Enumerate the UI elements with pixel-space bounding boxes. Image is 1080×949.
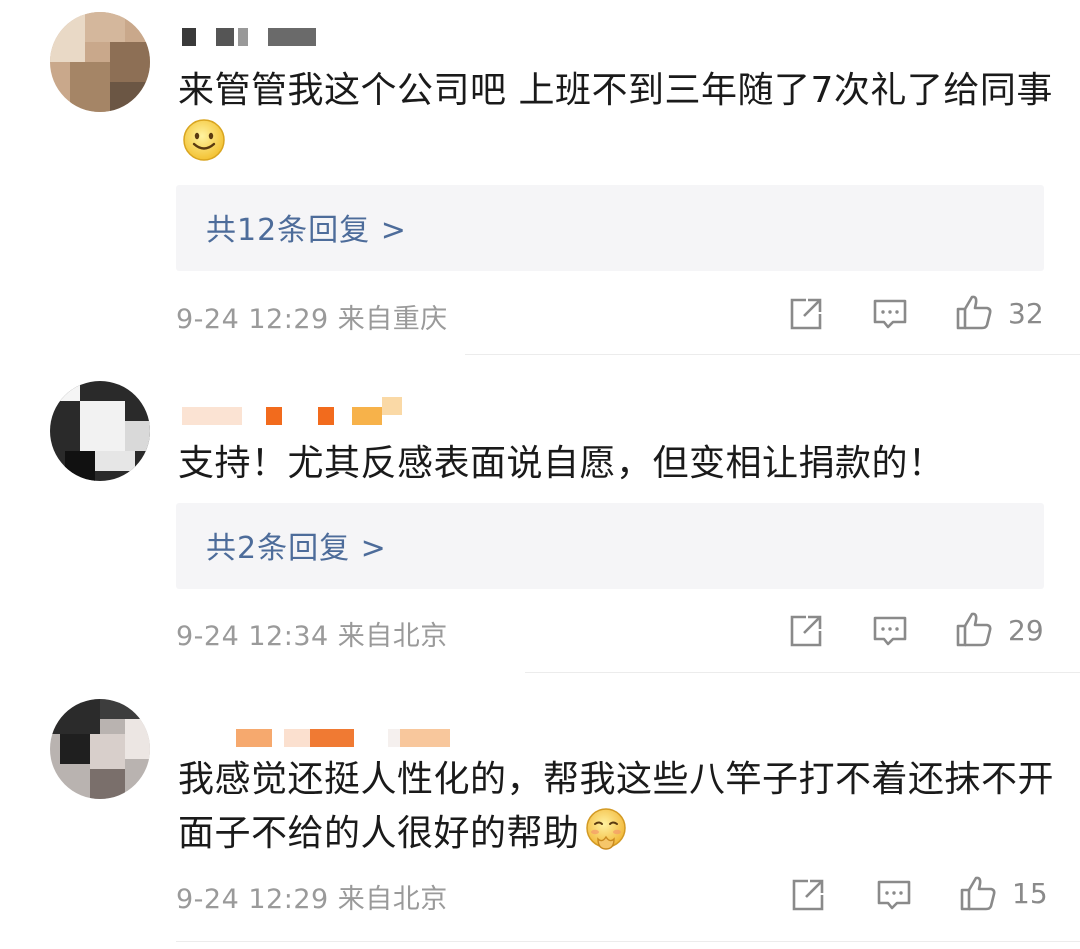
comment-meta: 9-24 12:34 来自北京 bbox=[176, 614, 448, 653]
location: 来自北京 bbox=[337, 621, 448, 652]
thumbs-up-icon[interactable] bbox=[954, 609, 994, 649]
pleading-emoji-icon bbox=[584, 807, 628, 851]
reply-summary-button[interactable]: 共2条回复 > bbox=[176, 503, 1044, 589]
smile-emoji-icon bbox=[182, 118, 226, 162]
thumbs-up-icon[interactable] bbox=[958, 873, 998, 913]
comment-icon[interactable] bbox=[870, 294, 910, 334]
like-count: 32 bbox=[1008, 297, 1044, 330]
comment-item: 我感觉还挺人性化的，帮我这些八竿子打不着还抹不开面子不给的人很好的帮助 9-24… bbox=[0, 673, 1080, 949]
location: 来自重庆 bbox=[337, 304, 448, 335]
like-count: 15 bbox=[1012, 877, 1048, 910]
thumbs-up-icon[interactable] bbox=[954, 292, 994, 332]
comment-meta: 9-24 12:29 来自北京 bbox=[176, 877, 448, 916]
comment-text-content: 来管管我这个公司吧 上班不到三年随了7次礼了给同事 bbox=[178, 70, 1053, 111]
like-count: 29 bbox=[1008, 614, 1044, 647]
comment-text: 支持！尤其反感表面说自愿，但变相让捐款的！ bbox=[178, 437, 1058, 491]
comment-item: 支持！尤其反感表面说自愿，但变相让捐款的！ 共2条回复 > 9-24 12:34… bbox=[0, 355, 1080, 675]
timestamp: 9-24 12:29 bbox=[176, 884, 329, 915]
avatar[interactable] bbox=[50, 699, 150, 799]
timestamp: 9-24 12:34 bbox=[176, 621, 329, 652]
share-icon[interactable] bbox=[788, 875, 828, 915]
comment-meta: 9-24 12:29 来自重庆 bbox=[176, 297, 448, 336]
comment-text-content: 支持！尤其反感表面说自愿，但变相让捐款的！ bbox=[178, 443, 945, 484]
comment-icon[interactable] bbox=[874, 875, 914, 915]
timestamp: 9-24 12:29 bbox=[176, 304, 329, 335]
share-icon[interactable] bbox=[786, 611, 826, 651]
divider bbox=[176, 941, 1080, 942]
comment-text: 来管管我这个公司吧 上班不到三年随了7次礼了给同事 bbox=[178, 64, 1058, 172]
comment-icon[interactable] bbox=[870, 611, 910, 651]
comment-text: 我感觉还挺人性化的，帮我这些八竿子打不着还抹不开面子不给的人很好的帮助 bbox=[178, 753, 1058, 861]
share-icon[interactable] bbox=[786, 294, 826, 334]
reply-count-link[interactable]: 共12条回复 > bbox=[206, 205, 407, 249]
reply-summary-button[interactable]: 共12条回复 > bbox=[176, 185, 1044, 271]
avatar[interactable] bbox=[50, 12, 150, 112]
location: 来自北京 bbox=[337, 884, 448, 915]
reply-count-link[interactable]: 共2条回复 > bbox=[206, 523, 387, 567]
avatar[interactable] bbox=[50, 381, 150, 481]
comment-item: 来管管我这个公司吧 上班不到三年随了7次礼了给同事 共12条回复 > 9-24 … bbox=[0, 0, 1080, 350]
